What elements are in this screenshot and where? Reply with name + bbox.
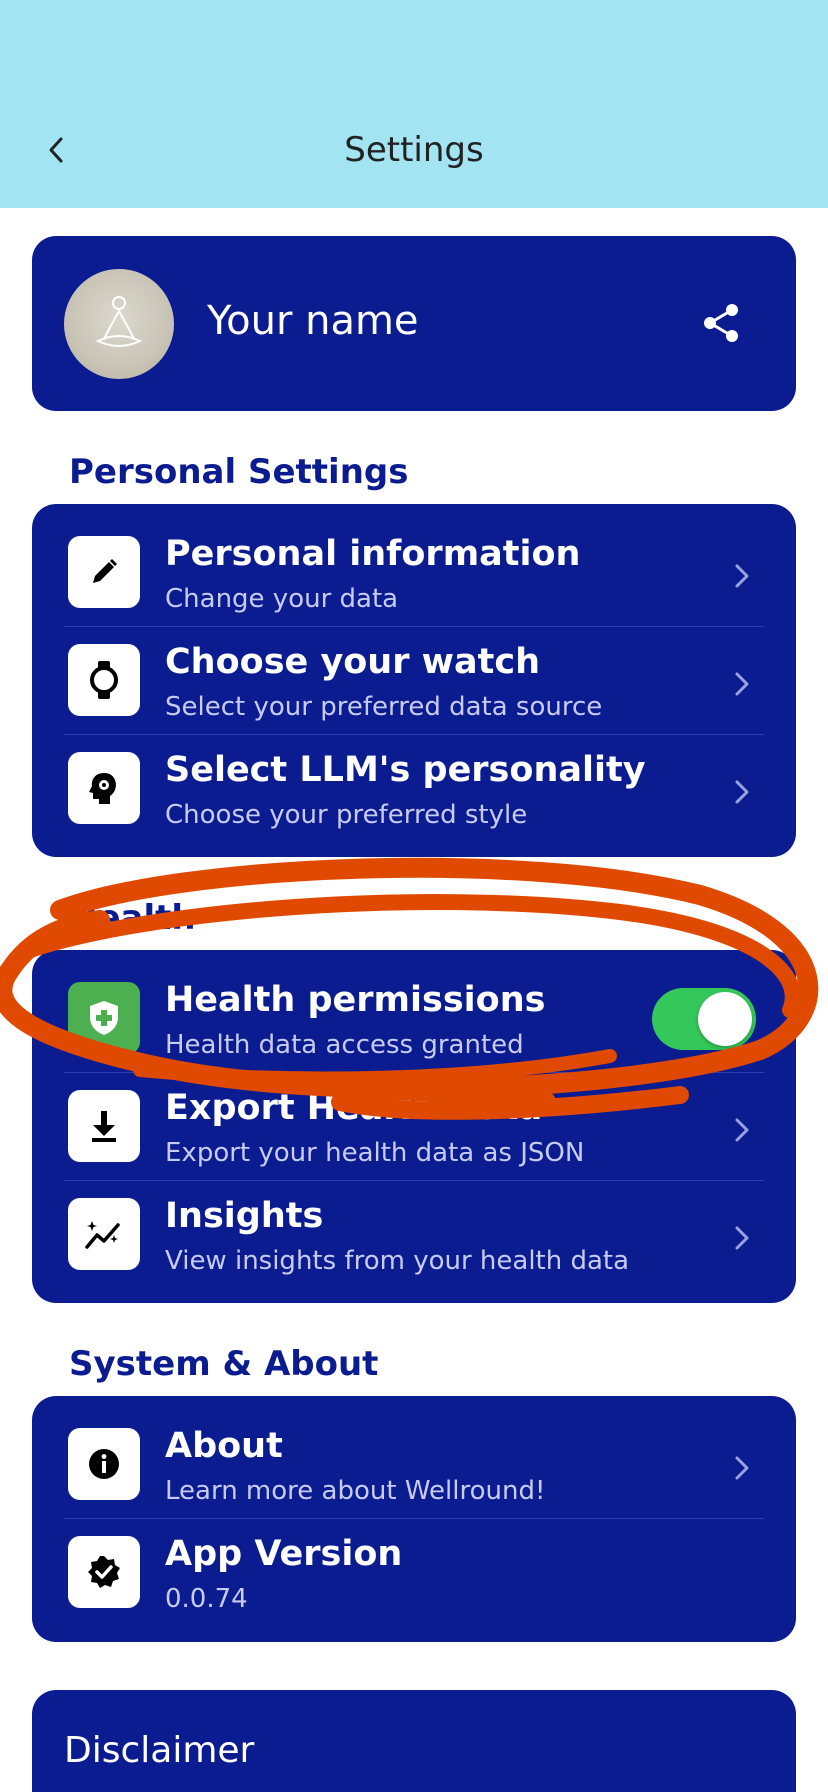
- head-gear-icon: [89, 773, 116, 804]
- app-version-row: App Version 0.0.74: [32, 1504, 796, 1614]
- sparkle-chart-icon: [85, 1221, 120, 1249]
- insights-row[interactable]: Insights View insights from your health …: [32, 1166, 796, 1276]
- row-subtitle: Change your data: [165, 584, 399, 614]
- download-icon: [92, 1111, 116, 1142]
- verified-badge-icon: [88, 1556, 120, 1588]
- row-title: Health permissions: [165, 980, 546, 1020]
- icon-tile: [68, 752, 140, 824]
- personal-information-row[interactable]: Personal information Change your data: [32, 504, 796, 614]
- share-icon: [704, 304, 738, 342]
- choose-watch-row[interactable]: Choose your watch Select your preferred …: [32, 612, 796, 722]
- pencil-icon: [93, 559, 117, 583]
- health-permissions-toggle[interactable]: [652, 988, 756, 1050]
- row-subtitle: View insights from your health data: [165, 1246, 630, 1276]
- row-subtitle: Select your preferred data source: [165, 692, 603, 722]
- chevron-right-icon: [732, 560, 752, 592]
- row-subtitle: Health data access granted: [165, 1030, 524, 1060]
- watch-icon: [90, 661, 118, 699]
- profile-name: Your name: [207, 298, 419, 344]
- section-title-personal: Personal Settings: [69, 452, 409, 492]
- row-subtitle: 0.0.74: [165, 1584, 248, 1614]
- icon-tile: [68, 1536, 140, 1608]
- page-title: Settings: [344, 130, 484, 170]
- row-subtitle: Export your health data as JSON: [165, 1138, 585, 1168]
- chevron-right-icon: [732, 1452, 752, 1484]
- avatar: [64, 269, 174, 379]
- share-button[interactable]: [696, 298, 746, 348]
- chevron-right-icon: [732, 776, 752, 808]
- about-row[interactable]: About Learn more about Wellround!: [32, 1396, 796, 1506]
- row-title: Export Health Data: [165, 1088, 543, 1128]
- shield-plus-icon: [90, 1001, 118, 1035]
- toggle-knob: [698, 992, 752, 1046]
- row-subtitle: Choose your preferred style: [165, 800, 528, 830]
- chevron-right-icon: [732, 1114, 752, 1146]
- row-title: Personal information: [165, 534, 581, 574]
- icon-tile: [68, 1090, 140, 1162]
- info-icon: [89, 1449, 119, 1479]
- chevron-right-icon: [732, 1222, 752, 1254]
- icon-tile: [68, 644, 140, 716]
- section-title-system: System & About: [69, 1344, 379, 1384]
- row-title: Insights: [165, 1196, 324, 1236]
- disclaimer-title: Disclaimer: [64, 1730, 255, 1771]
- personal-settings-card: Personal information Change your data Ch…: [32, 504, 796, 857]
- row-title: Choose your watch: [165, 642, 541, 682]
- row-title: Select LLM's personality: [165, 750, 646, 790]
- system-card: About Learn more about Wellround! App Ve…: [32, 1396, 796, 1642]
- disclaimer-card[interactable]: Disclaimer: [32, 1690, 796, 1792]
- section-title-health: Health: [69, 898, 196, 938]
- llm-personality-row[interactable]: Select LLM's personality Choose your pre…: [32, 720, 796, 830]
- icon-tile: [68, 1428, 140, 1500]
- health-permissions-row: Health permissions Health data access gr…: [32, 950, 796, 1060]
- icon-tile: [68, 982, 140, 1054]
- icon-tile: [68, 536, 140, 608]
- chevron-right-icon: [732, 668, 752, 700]
- row-title: App Version: [165, 1534, 403, 1574]
- icon-tile: [68, 1198, 140, 1270]
- export-health-data-row[interactable]: Export Health Data Export your health da…: [32, 1058, 796, 1168]
- row-title: About: [165, 1426, 283, 1466]
- health-card: Health permissions Health data access gr…: [32, 950, 796, 1303]
- top-bar: Settings: [0, 0, 828, 208]
- meditation-icon: [95, 296, 143, 347]
- profile-card[interactable]: Your name: [32, 236, 796, 411]
- row-subtitle: Learn more about Wellround!: [165, 1476, 546, 1506]
